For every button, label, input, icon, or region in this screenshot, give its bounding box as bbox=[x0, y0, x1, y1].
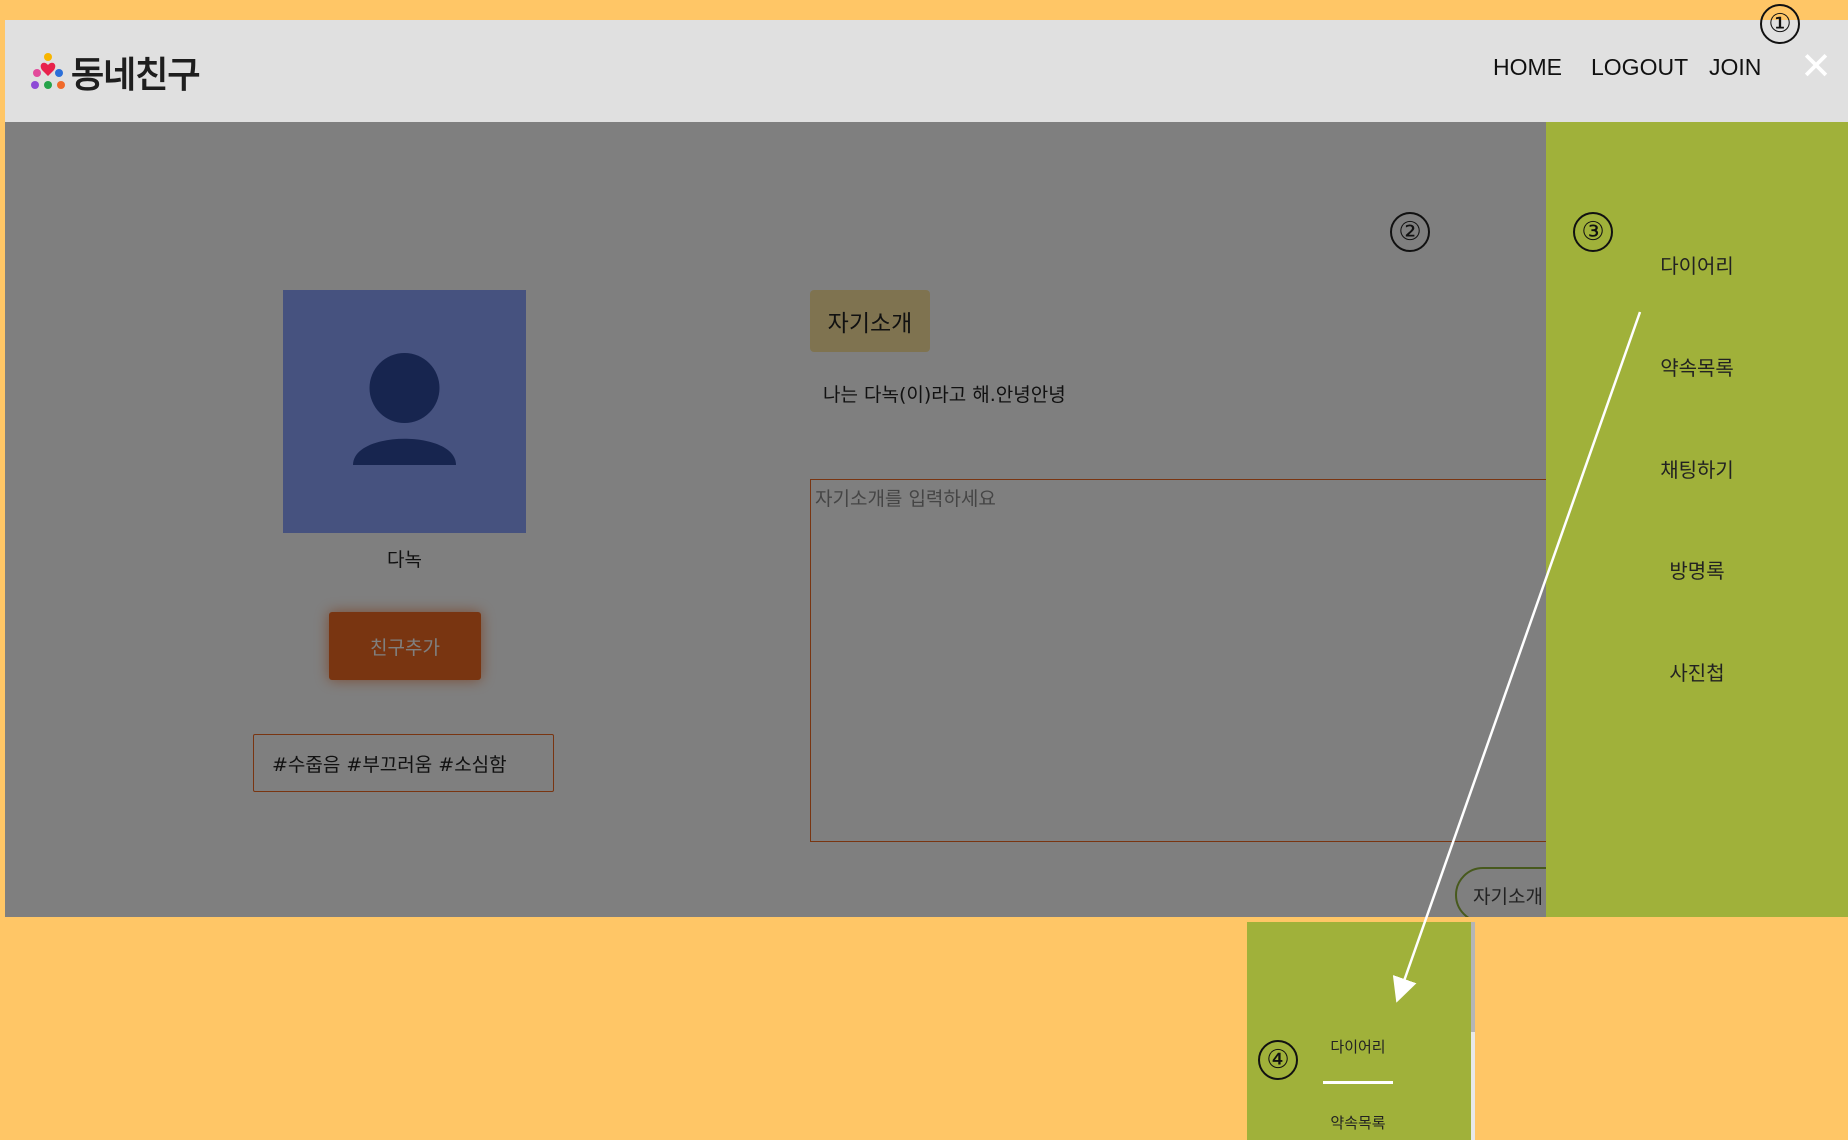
top-navbar: 동네친구 HOME LOGOUT JOIN ✕ bbox=[5, 20, 1848, 122]
nav-join-link[interactable]: JOIN bbox=[1709, 54, 1761, 81]
zoom-item-appointments[interactable]: 약속목록 bbox=[1247, 1112, 1469, 1133]
marker-1: ① bbox=[1760, 4, 1800, 44]
marker-3: ③ bbox=[1573, 212, 1613, 252]
logo[interactable]: 동네친구 bbox=[29, 42, 200, 102]
side-menu-item-guestbook[interactable]: 방명록 bbox=[1546, 555, 1848, 584]
active-underline bbox=[1323, 1081, 1393, 1084]
side-menu-item-album[interactable]: 사진첩 bbox=[1546, 657, 1848, 686]
side-menu-item-diary[interactable]: 다이어리 bbox=[1546, 250, 1848, 279]
people-heart-icon bbox=[31, 53, 65, 89]
marker-2: ② bbox=[1390, 212, 1430, 252]
zoom-scrollbar-thumb[interactable] bbox=[1471, 922, 1475, 1032]
zoom-scrollbar[interactable] bbox=[1471, 922, 1475, 1140]
logo-text: 동네친구 bbox=[71, 55, 200, 96]
close-icon[interactable]: ✕ bbox=[1798, 47, 1834, 85]
zoom-inset: 다이어리 약속목록 bbox=[1247, 922, 1475, 1140]
side-menu-item-appointments[interactable]: 약속목록 bbox=[1546, 352, 1848, 381]
side-menu-item-chat[interactable]: 채팅하기 bbox=[1546, 454, 1848, 483]
marker-4: ④ bbox=[1258, 1040, 1298, 1080]
nav-logout-link[interactable]: LOGOUT bbox=[1591, 54, 1688, 81]
profile-page: 다녹 친구추가 #수줍음 #부끄러움 #소심함 자기소개 나는 다녹(이)라고 … bbox=[5, 122, 1848, 917]
nav-home-link[interactable]: HOME bbox=[1493, 54, 1562, 81]
app-window: 동네친구 HOME LOGOUT JOIN ✕ 다녹 친구추가 #수줍음 #부끄… bbox=[5, 20, 1848, 917]
